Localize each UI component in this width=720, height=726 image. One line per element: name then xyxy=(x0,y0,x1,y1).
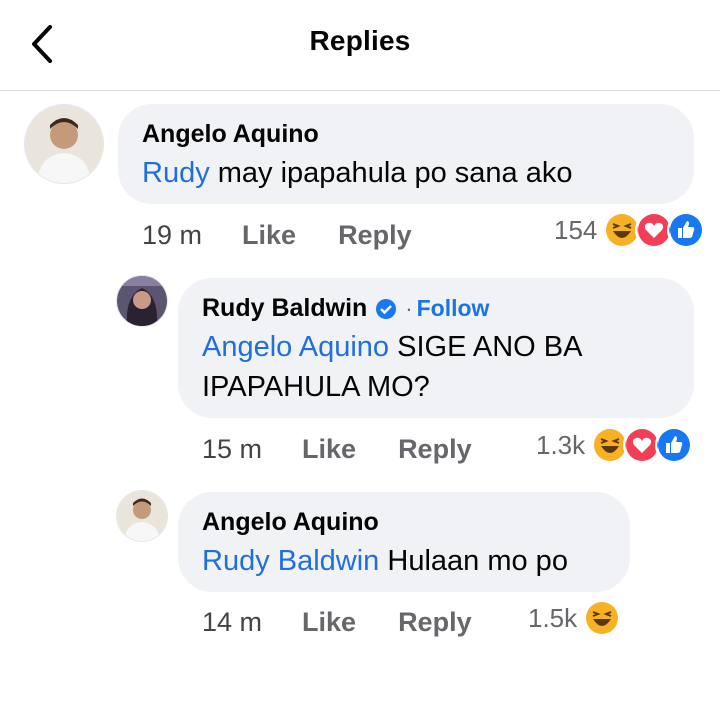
timestamp[interactable]: 19 m xyxy=(142,220,202,251)
comment-actions: 14 m Like Reply xyxy=(202,607,472,638)
avatar[interactable] xyxy=(24,104,104,184)
reaction-count: 1.3k xyxy=(536,429,586,460)
comment-actions: 19 m Like Reply xyxy=(142,220,412,251)
timestamp[interactable]: 15 m xyxy=(202,434,262,465)
reply-button[interactable]: Reply xyxy=(398,607,472,638)
comment-author[interactable]: Angelo Aquino xyxy=(202,508,379,537)
comment-text: Rudy may ipapahula po sana ako xyxy=(142,153,670,193)
reaction-summary[interactable]: 154 xyxy=(554,211,706,249)
reply-button[interactable]: Reply xyxy=(338,220,412,251)
verified-badge-icon xyxy=(376,298,397,319)
haha-reaction-icon xyxy=(583,599,622,637)
avatar[interactable] xyxy=(116,490,168,542)
reply-button[interactable]: Reply xyxy=(398,434,472,465)
page-title: Replies xyxy=(309,25,411,56)
follow-button[interactable]: Follow xyxy=(417,295,490,322)
mention-link[interactable]: Rudy Baldwin xyxy=(202,545,379,577)
mention-link[interactable]: Angelo Aquino xyxy=(202,331,389,363)
reaction-count: 154 xyxy=(554,214,598,245)
comment-text: Rudy Baldwin Hulaan mo po xyxy=(202,541,606,581)
like-button[interactable]: Like xyxy=(302,434,356,465)
mention-link[interactable]: Rudy xyxy=(142,157,210,189)
avatar[interactable] xyxy=(116,275,168,327)
comment-actions: 15 m Like Reply xyxy=(202,434,472,465)
comment-bubble: Angelo Aquino Rudy may ipapahula po sana… xyxy=(118,104,694,204)
comment-author[interactable]: Rudy Baldwin xyxy=(202,294,367,323)
profile-photo-icon xyxy=(25,105,103,183)
like-button[interactable]: Like xyxy=(302,607,356,638)
comment-body: Hulaan mo po xyxy=(379,545,568,577)
comment-bubble: Angelo Aquino Rudy Baldwin Hulaan mo po xyxy=(178,492,630,592)
profile-photo-icon xyxy=(117,491,167,541)
profile-photo-icon xyxy=(117,276,167,326)
like-reaction-icon xyxy=(667,211,706,249)
comment-text: Angelo Aquino SIGE ANO BA IPAPAHULA MO? xyxy=(202,327,670,407)
like-button[interactable]: Like xyxy=(242,220,296,251)
timestamp[interactable]: 14 m xyxy=(202,607,262,638)
like-reaction-icon xyxy=(655,426,694,464)
comment-author[interactable]: Angelo Aquino xyxy=(142,120,319,149)
reaction-count: 1.5k xyxy=(528,602,578,633)
reaction-summary[interactable]: 1.5k xyxy=(528,599,622,637)
header-bar: Replies xyxy=(0,0,720,91)
separator-dot: · xyxy=(405,295,413,321)
comment-bubble: Rudy Baldwin · Follow Angelo Aquino SIGE… xyxy=(178,278,694,418)
reaction-summary[interactable]: 1.3k xyxy=(536,426,694,464)
comment-body: may ipapahula po sana ako xyxy=(209,157,573,189)
